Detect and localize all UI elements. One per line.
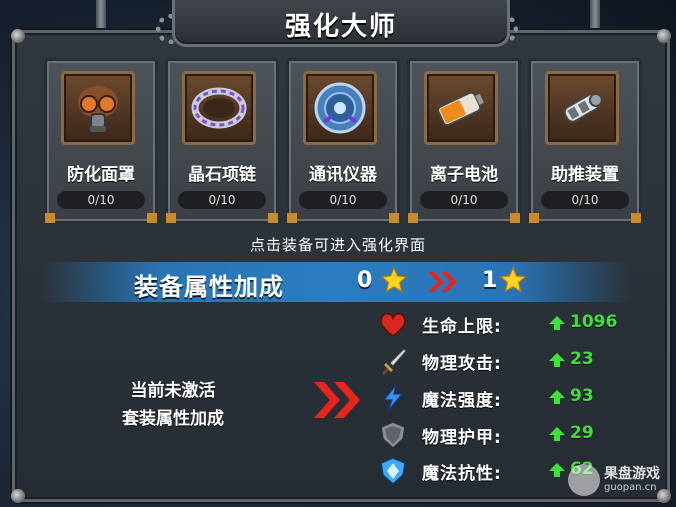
slot-progress: 0/10 xyxy=(57,191,145,209)
left-pipe xyxy=(96,0,106,34)
bonus-banner xyxy=(40,262,632,302)
stat-value: 93 xyxy=(570,386,594,406)
slot-corner xyxy=(287,213,297,223)
next-star-count: 1 xyxy=(482,268,498,293)
stat-row-attack: 物理攻击: 23 xyxy=(378,346,638,375)
slot-corner xyxy=(510,213,520,223)
set-status-line2: 套装属性加成 xyxy=(122,409,224,429)
stat-label: 物理护甲: xyxy=(422,428,502,448)
watermark-name: 果盘游戏 xyxy=(604,466,660,482)
bolt-icon xyxy=(11,489,25,503)
magic-shield-icon xyxy=(380,457,406,486)
double-chevron-icon xyxy=(428,272,457,292)
star-icon xyxy=(380,266,408,293)
slot-corner xyxy=(631,213,641,223)
slot-corner xyxy=(166,213,176,223)
equipment-slot-gas-mask[interactable]: 防化面罩 0/10 xyxy=(44,58,158,224)
stat-value: 29 xyxy=(570,423,594,443)
watermark-url: guopan.cn xyxy=(604,482,657,493)
arrow-up-icon xyxy=(549,316,565,330)
equipment-slot-battery[interactable]: 离子电池 0/10 xyxy=(407,58,521,224)
equipment-slot-booster[interactable]: 助推装置 0/10 xyxy=(528,58,642,224)
crystal-ring-icon xyxy=(182,71,256,145)
equipment-slot-crystal-ring[interactable]: 晶石项链 0/10 xyxy=(165,58,279,224)
hint-text: 点击装备可进入强化界面 xyxy=(249,236,426,254)
slot-progress: 0/10 xyxy=(420,191,508,209)
shield-icon xyxy=(380,421,406,450)
star-icon xyxy=(499,266,527,293)
watermark: 果盘游戏 guopan.cn xyxy=(568,460,676,500)
arrow-up-icon xyxy=(549,463,565,477)
current-star-count: 0 xyxy=(357,268,373,293)
stat-row-magic-power: 魔法强度: 93 xyxy=(378,383,638,412)
booster-arm-icon xyxy=(545,71,619,145)
title-plate: 强化大师 xyxy=(172,0,510,47)
slot-corner xyxy=(408,213,418,223)
battery-icon xyxy=(424,71,498,145)
right-pipe xyxy=(590,0,600,34)
watermark-logo-icon xyxy=(568,464,600,496)
slot-name: 离子电池 xyxy=(430,165,498,185)
slot-name: 晶石项链 xyxy=(188,165,256,185)
set-status-line1: 当前未激活 xyxy=(130,381,216,401)
radar-device-icon xyxy=(303,71,377,145)
stat-label: 物理攻击: xyxy=(422,354,502,374)
stat-row-hp: 生命上限: 1096 xyxy=(378,309,638,337)
bonus-label: 装备属性加成 xyxy=(134,273,284,301)
lightning-icon xyxy=(382,384,404,412)
stat-label: 魔法强度: xyxy=(422,391,502,411)
slot-corner xyxy=(529,213,539,223)
stat-value: 1096 xyxy=(570,312,618,332)
slot-progress: 0/10 xyxy=(541,191,629,209)
stat-label: 生命上限: xyxy=(422,317,502,337)
sword-icon xyxy=(382,348,407,375)
bolt-icon xyxy=(11,29,25,43)
gas-mask-icon xyxy=(61,71,135,145)
stat-value: 23 xyxy=(570,349,594,369)
slot-progress: 0/10 xyxy=(178,191,266,209)
heart-icon xyxy=(380,313,406,337)
page-title: 强化大师 xyxy=(284,12,397,42)
slot-name: 助推装置 xyxy=(551,165,619,185)
arrow-up-icon xyxy=(549,353,565,367)
slot-progress: 0/10 xyxy=(299,191,387,209)
stat-row-armor: 物理护甲: 29 xyxy=(378,420,638,450)
bolt-icon xyxy=(657,29,671,43)
slot-name: 通讯仪器 xyxy=(309,165,377,185)
slot-corner xyxy=(389,213,399,223)
arrow-up-icon xyxy=(549,427,565,441)
double-chevron-icon xyxy=(314,382,360,418)
equipment-slot-radar-device[interactable]: 通讯仪器 0/10 xyxy=(286,58,400,224)
slot-corner xyxy=(45,213,55,223)
arrow-up-icon xyxy=(549,390,565,404)
slot-corner xyxy=(147,213,157,223)
slot-name: 防化面罩 xyxy=(67,165,135,185)
stat-label: 魔法抗性: xyxy=(422,464,502,484)
slot-corner xyxy=(268,213,278,223)
